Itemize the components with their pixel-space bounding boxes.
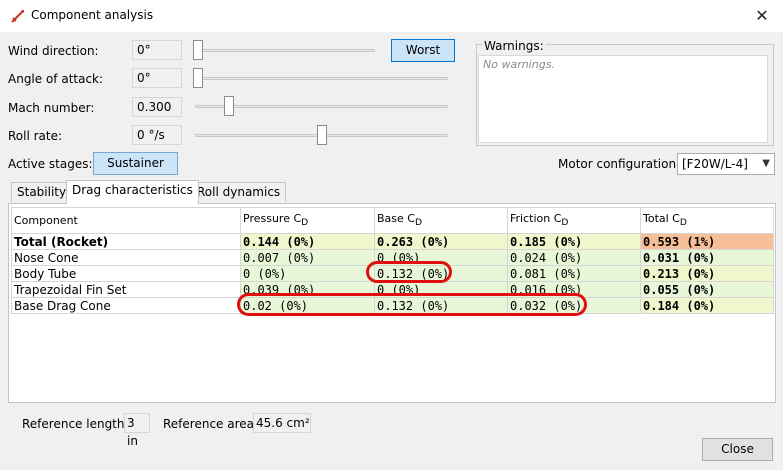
angle-of-attack-thumb[interactable] — [193, 68, 203, 88]
tab-drag-characteristics[interactable]: Drag characteristics — [66, 180, 199, 204]
component-name: Base Drag Cone — [11, 297, 241, 314]
highlight-ring-body-tube-base — [366, 261, 452, 283]
highlight-ring-base-drag-cone — [237, 293, 587, 316]
roll-rate-label: Roll rate: — [8, 129, 63, 143]
active-stages-label: Active stages: — [8, 157, 93, 171]
title-bar: Component analysis ✕ — [0, 0, 783, 32]
motor-configuration-value: [F20W/L-4] — [682, 157, 748, 171]
warnings-title: Warnings: — [482, 39, 546, 53]
sustainer-stage-toggle[interactable]: Sustainer — [93, 152, 178, 175]
mach-number-thumb[interactable] — [224, 96, 234, 116]
close-button[interactable]: Close — [702, 438, 773, 461]
tab-roll-dynamics[interactable]: Roll dynamics — [191, 182, 287, 202]
pressure-cd: 0.007 (0%) — [240, 249, 375, 266]
friction-cd: 0.024 (0%) — [507, 249, 641, 266]
total-cd: 0.055 (0%) — [640, 281, 774, 298]
wind-direction-field[interactable]: 0° — [132, 40, 182, 60]
total-cd: 0.213 (0%) — [640, 265, 774, 282]
mach-number-label: Mach number: — [8, 101, 95, 115]
motor-configuration-label: Motor configuration: — [558, 157, 681, 171]
window-title: Component analysis — [31, 8, 154, 22]
wind-direction-thumb[interactable] — [193, 40, 203, 60]
col-base-cd[interactable]: Base CD — [374, 207, 508, 234]
total-cd: 0.593 (1%) — [640, 233, 774, 250]
motor-configuration-select[interactable]: [F20W/L-4] ▼ — [677, 153, 775, 175]
tab-stability[interactable]: Stability — [11, 182, 73, 202]
reference-area-label: Reference area: — [163, 417, 259, 431]
component-name: Trapezoidal Fin Set — [11, 281, 241, 298]
chevron-down-icon: ▼ — [762, 158, 770, 169]
table-header-row: Component Pressure CD Base CD Friction C… — [11, 207, 774, 234]
warnings-text: No warnings. — [483, 58, 555, 71]
reference-length-label: Reference length: — [22, 417, 129, 431]
col-total-cd[interactable]: Total CD — [640, 207, 774, 234]
friction-cd: 0.185 (0%) — [507, 233, 641, 250]
total-cd: 0.184 (0%) — [640, 297, 774, 314]
wind-direction-label: Wind direction: — [8, 44, 99, 58]
worst-button[interactable]: Worst — [391, 39, 455, 62]
col-friction-cd[interactable]: Friction CD — [507, 207, 641, 234]
base-cd: 0.263 (0%) — [374, 233, 508, 250]
app-rocket-icon — [11, 10, 24, 23]
component-name: Body Tube — [11, 265, 241, 282]
angle-of-attack-label: Angle of attack: — [8, 72, 104, 86]
reference-length-value: 3 in — [124, 413, 150, 448]
close-icon[interactable]: ✕ — [748, 4, 776, 28]
pressure-cd: 0.144 (0%) — [240, 233, 375, 250]
pressure-cd: 0 (0%) — [240, 265, 375, 282]
col-component[interactable]: Component — [11, 207, 241, 234]
angle-of-attack-field[interactable]: 0° — [132, 68, 182, 88]
reference-area-value: 45.6 cm² — [253, 413, 311, 433]
roll-rate-thumb[interactable] — [317, 125, 327, 145]
wind-direction-slider[interactable] — [195, 49, 375, 52]
component-name: Total (Rocket) — [11, 233, 241, 250]
roll-rate-field[interactable]: 0 °/s — [132, 125, 182, 145]
friction-cd: 0.081 (0%) — [507, 265, 641, 282]
mach-number-field[interactable]: 0.300 — [132, 97, 182, 117]
col-pressure-cd[interactable]: Pressure CD — [240, 207, 375, 234]
angle-of-attack-slider[interactable] — [195, 77, 448, 80]
component-name: Nose Cone — [11, 249, 241, 266]
table-row[interactable]: Total (Rocket) 0.144 (0%) 0.263 (0%) 0.1… — [11, 233, 774, 250]
total-cd: 0.031 (0%) — [640, 249, 774, 266]
